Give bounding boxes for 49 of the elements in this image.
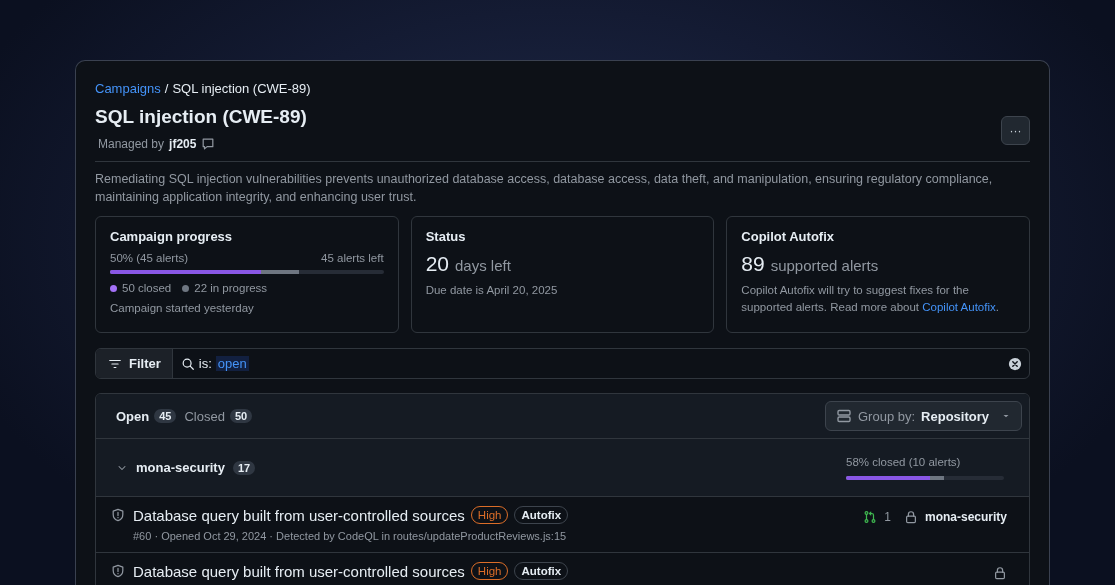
page-title: SQL injection (CWE-89) bbox=[95, 106, 308, 128]
card-title: Status bbox=[425, 229, 467, 244]
progress-percent: 50% (45 alerts) bbox=[110, 252, 188, 264]
managed-by-label: Managed by bbox=[98, 137, 165, 151]
lock-icon bbox=[993, 566, 1007, 580]
rows-icon bbox=[836, 408, 852, 424]
card-note: Campaign started yesterday bbox=[110, 301, 255, 316]
state-tab[interactable]: Closed 50 bbox=[184, 408, 253, 424]
card-note: Due date is April 20, 2025 bbox=[425, 283, 559, 298]
query-qualifier: is: bbox=[198, 356, 212, 371]
autofix-link[interactable]: Copilot Autofix bbox=[922, 301, 996, 313]
big-number: 20 bbox=[425, 252, 449, 276]
pull-request-icon bbox=[863, 510, 878, 524]
campaign-description: Remediating SQL injection vulnerabilities prevents unauthorized database access, database access, data theft, and manipulation, ensuring regulatory compliance, maintaining application integrity, and enhancing user trust. bbox=[95, 171, 994, 206]
legend-label: 22 in progress bbox=[194, 282, 268, 294]
breadcrumb-current: SQL injection (CWE-89) bbox=[172, 81, 311, 96]
alert-title[interactable]: Database query built from user-controlled sources bbox=[133, 562, 465, 580]
count-badge: 45 bbox=[154, 409, 177, 423]
lock-icon bbox=[903, 510, 918, 524]
repository-name[interactable]: mona-security bbox=[136, 460, 225, 475]
breadcrumb-link[interactable]: Campaigns bbox=[95, 81, 161, 96]
state-tab[interactable]: Open 45 bbox=[116, 408, 177, 424]
alert-title[interactable]: Database query built from user-controlled sources bbox=[133, 506, 465, 524]
pull-request-count: 1 bbox=[884, 510, 891, 524]
manager-name[interactable]: jf205 bbox=[169, 137, 197, 151]
count-badge: 17 bbox=[232, 460, 256, 475]
card-title: Copilot Autofix bbox=[741, 229, 835, 244]
shield-icon bbox=[111, 508, 125, 522]
group-progress-text: 58% closed (10 alerts) bbox=[846, 455, 962, 468]
repository-name[interactable]: mona-security bbox=[924, 510, 1007, 524]
more-options-button[interactable]: ··· bbox=[1001, 116, 1030, 145]
filter-button[interactable]: Filter bbox=[96, 349, 173, 378]
count-badge: 50 bbox=[229, 409, 253, 423]
card-note: Copilot Autofix will try to suggest fixes for the supported alerts. Read more about Copilot Autofix. bbox=[741, 283, 1000, 315]
legend-label: 50 closed bbox=[122, 282, 172, 294]
alerts-left: 45 alerts left bbox=[321, 252, 384, 264]
big-number-unit: supported alerts bbox=[770, 257, 879, 274]
big-number-unit: days left bbox=[455, 257, 511, 274]
query-value: open bbox=[215, 356, 249, 371]
search-field[interactable]: is: open bbox=[172, 356, 1008, 371]
group-by-button[interactable]: Group by: Repository bbox=[825, 401, 1022, 431]
search-icon bbox=[180, 356, 195, 371]
card-title: Campaign progress bbox=[110, 229, 234, 244]
clear-icon bbox=[1008, 356, 1022, 371]
alert-meta: #60 · Opened Oct 29, 2024 · Detected by CodeQL in routes/updateProductReviews.js:15 bbox=[133, 530, 568, 542]
big-number: 89 bbox=[741, 252, 765, 276]
shield-icon bbox=[111, 564, 125, 578]
comment-icon bbox=[201, 137, 216, 151]
breadcrumb-separator: / bbox=[164, 81, 169, 96]
